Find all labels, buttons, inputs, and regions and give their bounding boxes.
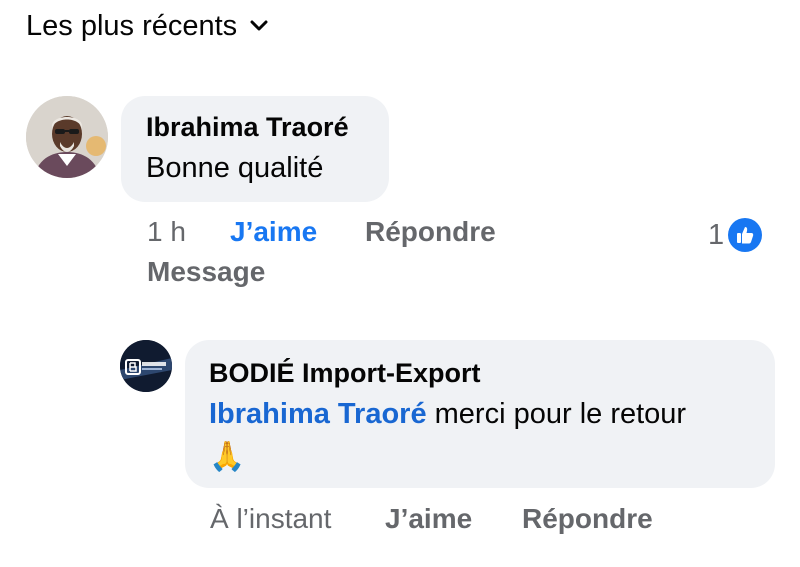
reply-message: merci pour le retour (426, 398, 687, 430)
message-button[interactable]: Message (147, 256, 265, 288)
profile-photo-icon (26, 96, 108, 178)
thumbs-up-icon (728, 218, 763, 252)
sort-label: Les plus récents (26, 9, 238, 42)
reply-like-button[interactable]: J’aime (385, 503, 472, 535)
comment-text: Bonne qualité (146, 152, 324, 184)
reply-button[interactable]: Répondre (365, 216, 496, 248)
mention-link[interactable]: Ibrahima Traoré (209, 398, 427, 430)
reply-time[interactable]: À l’instant (210, 503, 331, 535)
reply-text: Ibrahima Traoré merci pour le retour (209, 398, 686, 431)
avatar[interactable] (26, 96, 108, 178)
reply-author[interactable]: BODIÉ Import-Export (209, 358, 481, 389)
reply-reply-button[interactable]: Répondre (522, 503, 653, 535)
sort-dropdown[interactable]: Les plus récents (26, 8, 269, 44)
comment-time[interactable]: 1 h (147, 216, 186, 248)
reaction-count: 1 (708, 218, 725, 251)
comment-author[interactable]: Ibrahima Traoré (146, 112, 349, 143)
reply-emoji: 🙏 (209, 441, 246, 473)
page-avatar[interactable] (120, 340, 172, 392)
chevron-down-icon (250, 20, 268, 31)
like-button[interactable]: J’aime (230, 216, 317, 248)
reaction-summary[interactable]: 1 (708, 218, 763, 252)
page-logo-icon (120, 340, 172, 392)
